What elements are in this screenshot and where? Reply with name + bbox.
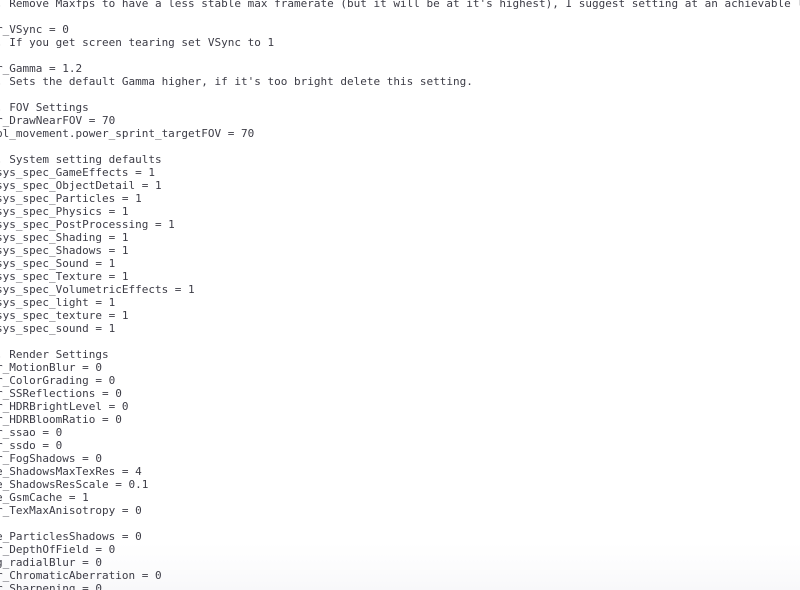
config-line: pl_movement.power_sprint_targetFOV = 70 <box>0 127 255 140</box>
config-line: e_ParticlesShadows = 0 <box>0 530 142 543</box>
config-text-content: ; Remove Maxfps to have a less stable ma… <box>0 0 800 590</box>
config-line: sys_spec_GameEffects = 1 <box>0 166 155 179</box>
config-line: e_GsmCache = 1 <box>0 491 89 504</box>
config-line: r_TexMaxAnisotropy = 0 <box>0 504 142 517</box>
config-line: sys_spec_ObjectDetail = 1 <box>0 179 162 192</box>
config-line: r_FogShadows = 0 <box>0 452 102 465</box>
config-line: sys_spec_Texture = 1 <box>0 270 129 283</box>
config-line: ; Remove Maxfps to have a less stable ma… <box>0 0 800 10</box>
config-line: sys_spec_texture = 1 <box>0 309 129 322</box>
config-line: r_SSReflections = 0 <box>0 387 122 400</box>
config-line: sys_spec_Particles = 1 <box>0 192 142 205</box>
document-viewport[interactable]: ; Remove Maxfps to have a less stable ma… <box>0 0 800 590</box>
config-line: g_radialBlur = 0 <box>0 556 102 569</box>
config-line: r_ColorGrading = 0 <box>0 374 116 387</box>
config-line: sys_spec_VolumetricEffects = 1 <box>0 283 195 296</box>
config-line: r_HDRBrightLevel = 0 <box>0 400 129 413</box>
config-line: r_VSync = 0 <box>0 23 69 36</box>
config-line: e_ShadowsMaxTexRes = 4 <box>0 465 142 478</box>
config-line: r_DepthOfField = 0 <box>0 543 116 556</box>
config-line: e_ShadowsResScale = 0.1 <box>0 478 149 491</box>
config-line: r_ChromaticAberration = 0 <box>0 569 162 582</box>
config-line: ; If you get screen tearing set VSync to… <box>0 36 275 49</box>
config-line: r_MotionBlur = 0 <box>0 361 102 374</box>
config-line: sys_spec_Shading = 1 <box>0 231 129 244</box>
config-line: r_ssao = 0 <box>0 426 63 439</box>
config-line: r_DrawNearFOV = 70 <box>0 114 116 127</box>
config-line: sys_spec_light = 1 <box>0 296 116 309</box>
config-line: sys_spec_PostProcessing = 1 <box>0 218 175 231</box>
config-line: sys_spec_Sound = 1 <box>0 257 116 270</box>
config-line: sys_spec_Shadows = 1 <box>0 244 129 257</box>
config-line: r_ssdo = 0 <box>0 439 63 452</box>
config-line: r_Sharpening = 0 <box>0 582 102 590</box>
config-line: ; System setting defaults <box>0 153 162 166</box>
config-line: ; FOV Settings <box>0 101 89 114</box>
config-line: sys_spec_Physics = 1 <box>0 205 129 218</box>
config-line: ; Render Settings <box>0 348 109 361</box>
config-line: r_HDRBloomRatio = 0 <box>0 413 122 426</box>
config-line: r_Gamma = 1.2 <box>0 62 83 75</box>
config-line: ; Sets the default Gamma higher, if it's… <box>0 75 473 88</box>
config-line: sys_spec_sound = 1 <box>0 322 116 335</box>
